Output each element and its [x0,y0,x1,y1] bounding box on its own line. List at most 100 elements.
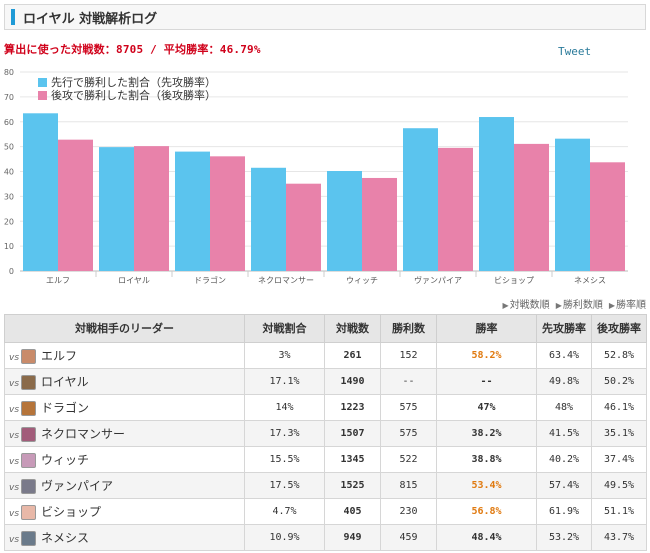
ratio-cell: 15.5% [244,446,325,473]
ratio-cell: 17.5% [244,472,325,499]
table-row: vs ビショップ 4.7% 405 230 56.8% 61.9% 51.1% [4,498,647,525]
leader-avatar [21,479,37,494]
y-tick-label: 40 [4,168,14,177]
chart-x-labels: エルフ ロイヤル ドラゴン ネクロマンサー ウィッチ ヴァンパイア ビショップ ネメシス [46,271,606,285]
leader-cell: vs ネメシス [4,524,245,551]
win-rate-chart: 0 10 20 30 40 50 60 70 80 エルフ ロイヤル ドラゴン ネクロマンサー ウィッチ… [4,68,628,285]
x-tick-label: ロイヤル [118,276,150,285]
second-rate-cell: 37.4% [591,446,647,473]
bar-second-1 [134,146,169,271]
table-row: vs ロイヤル 17.1% 1490 -- -- 49.8% 50.2% [4,368,647,395]
leader-name: ネメシス [41,531,90,545]
leader-avatar [21,349,37,364]
y-tick-label: 0 [9,267,14,276]
col-rate: 勝率 [436,314,537,343]
wins-cell: 815 [380,472,437,499]
table-row: vs ネメシス 10.9% 949 459 48.4% 53.2% 43.7% [4,524,647,551]
leader-cell: vs ウィッチ [4,446,245,473]
leader-avatar [21,453,37,468]
matchup-table: 対戦相手のリーダー 対戦割合 対戦数 勝利数 勝率 先攻勝率 後攻勝率 vs エル… [4,314,647,551]
vs-label: vs [9,483,20,493]
table-row: vs ドラゴン 14% 1223 575 47% 48% 46.1% [4,394,647,421]
bar-second-7 [590,162,625,271]
bar-second-3 [286,183,321,271]
vs-label: vs [9,535,20,545]
leader-name: ヴァンパイア [41,479,114,493]
table-header-row: 対戦相手のリーダー 対戦割合 対戦数 勝利数 勝率 先攻勝率 後攻勝率 [4,314,647,343]
col-ratio: 対戦割合 [244,314,325,343]
x-tick-label: エルフ [46,276,70,285]
first-rate-cell: 49.8% [536,368,592,395]
second-rate-cell: 35.1% [591,420,647,447]
first-rate-cell: 63.4% [536,342,592,369]
leader-name: エルフ [41,349,78,363]
leader-cell: vs ヴァンパイア [4,472,245,499]
ratio-cell: 10.9% [244,524,325,551]
sort-by-wins-label: 勝利数順 [562,300,603,311]
bar-second-4 [362,177,397,271]
x-tick-label: ネクロマンサー [258,276,314,285]
bar-first-1 [99,147,134,271]
table-row: vs ウィッチ 15.5% 1345 522 38.8% 40.2% 37.4% [4,446,647,473]
table-row: vs エルフ 3% 261 152 58.2% 63.4% 52.8% [4,342,647,369]
rate-cell: 53.4% [436,472,537,499]
rate-cell: 38.8% [436,446,537,473]
bar-second-6 [514,143,549,271]
summary-text: 算出に使った対戦数：8705 / 平均勝率：46.79% [4,43,261,56]
triangle-right-icon: ▶ [555,301,562,310]
rate-cell: 47% [436,394,537,421]
leader-name: ロイヤル [41,375,89,389]
vs-label: vs [9,431,20,441]
sort-by-wins[interactable]: ▶勝利数順 [556,296,603,311]
chart-bars [23,113,625,272]
y-tick-label: 60 [4,118,14,127]
leader-avatar [21,531,37,546]
vs-label: vs [9,353,20,363]
legend-swatch-1 [38,91,47,100]
bar-first-3 [251,167,286,271]
wins-cell: 152 [380,342,437,369]
leader-name: ネクロマンサー [41,427,126,441]
games-cell: 1490 [324,368,381,395]
vs-label: vs [9,457,20,467]
col-leader: 対戦相手のリーダー [4,314,245,343]
bar-first-7 [555,138,590,271]
vs-label: vs [9,405,20,415]
col-second-rate: 後攻勝率 [591,314,647,343]
first-rate-cell: 57.4% [536,472,592,499]
x-tick-label: ネメシス [574,276,606,285]
games-cell: 261 [324,342,381,369]
bar-first-0 [23,113,58,271]
wins-cell: 230 [380,498,437,525]
leader-name: ウィッチ [41,453,90,467]
leader-cell: vs ビショップ [4,498,245,525]
tweet-link[interactable]: Tweet [558,45,591,58]
leader-cell: vs ドラゴン [4,394,245,421]
games-cell: 1507 [324,420,381,447]
sort-by-games-label: 対戦数順 [509,300,550,311]
games-cell: 1525 [324,472,381,499]
sort-by-rate[interactable]: ▶勝率順 [609,296,646,311]
vs-label: vs [9,379,20,389]
x-tick-label: ウィッチ [346,276,378,285]
wins-cell: 522 [380,446,437,473]
second-rate-cell: 51.1% [591,498,647,525]
x-tick-label: ドラゴン [194,275,226,285]
x-tick-label: ビショップ [494,276,534,285]
y-tick-label: 50 [4,143,14,152]
games-cell: 1345 [324,446,381,473]
wins-cell: 575 [380,420,437,447]
rate-cell: 48.4% [436,524,537,551]
second-rate-cell: 49.5% [591,472,647,499]
table-body: vs エルフ 3% 261 152 58.2% 63.4% 52.8% vs ロイヤル 17.1% 1… [4,342,647,551]
title-accent [11,9,15,25]
col-wins: 勝利数 [380,314,437,343]
leader-name: ドラゴン [41,401,90,415]
ratio-cell: 17.1% [244,368,325,395]
rate-cell: 38.2% [436,420,537,447]
bar-second-0 [58,139,93,271]
title-bar: ロイヤル 対戦解析ログ [4,4,646,30]
sort-by-games[interactable]: ▶対戦数順 [503,296,550,311]
leader-cell: vs エルフ [4,342,245,369]
first-rate-cell: 41.5% [536,420,592,447]
